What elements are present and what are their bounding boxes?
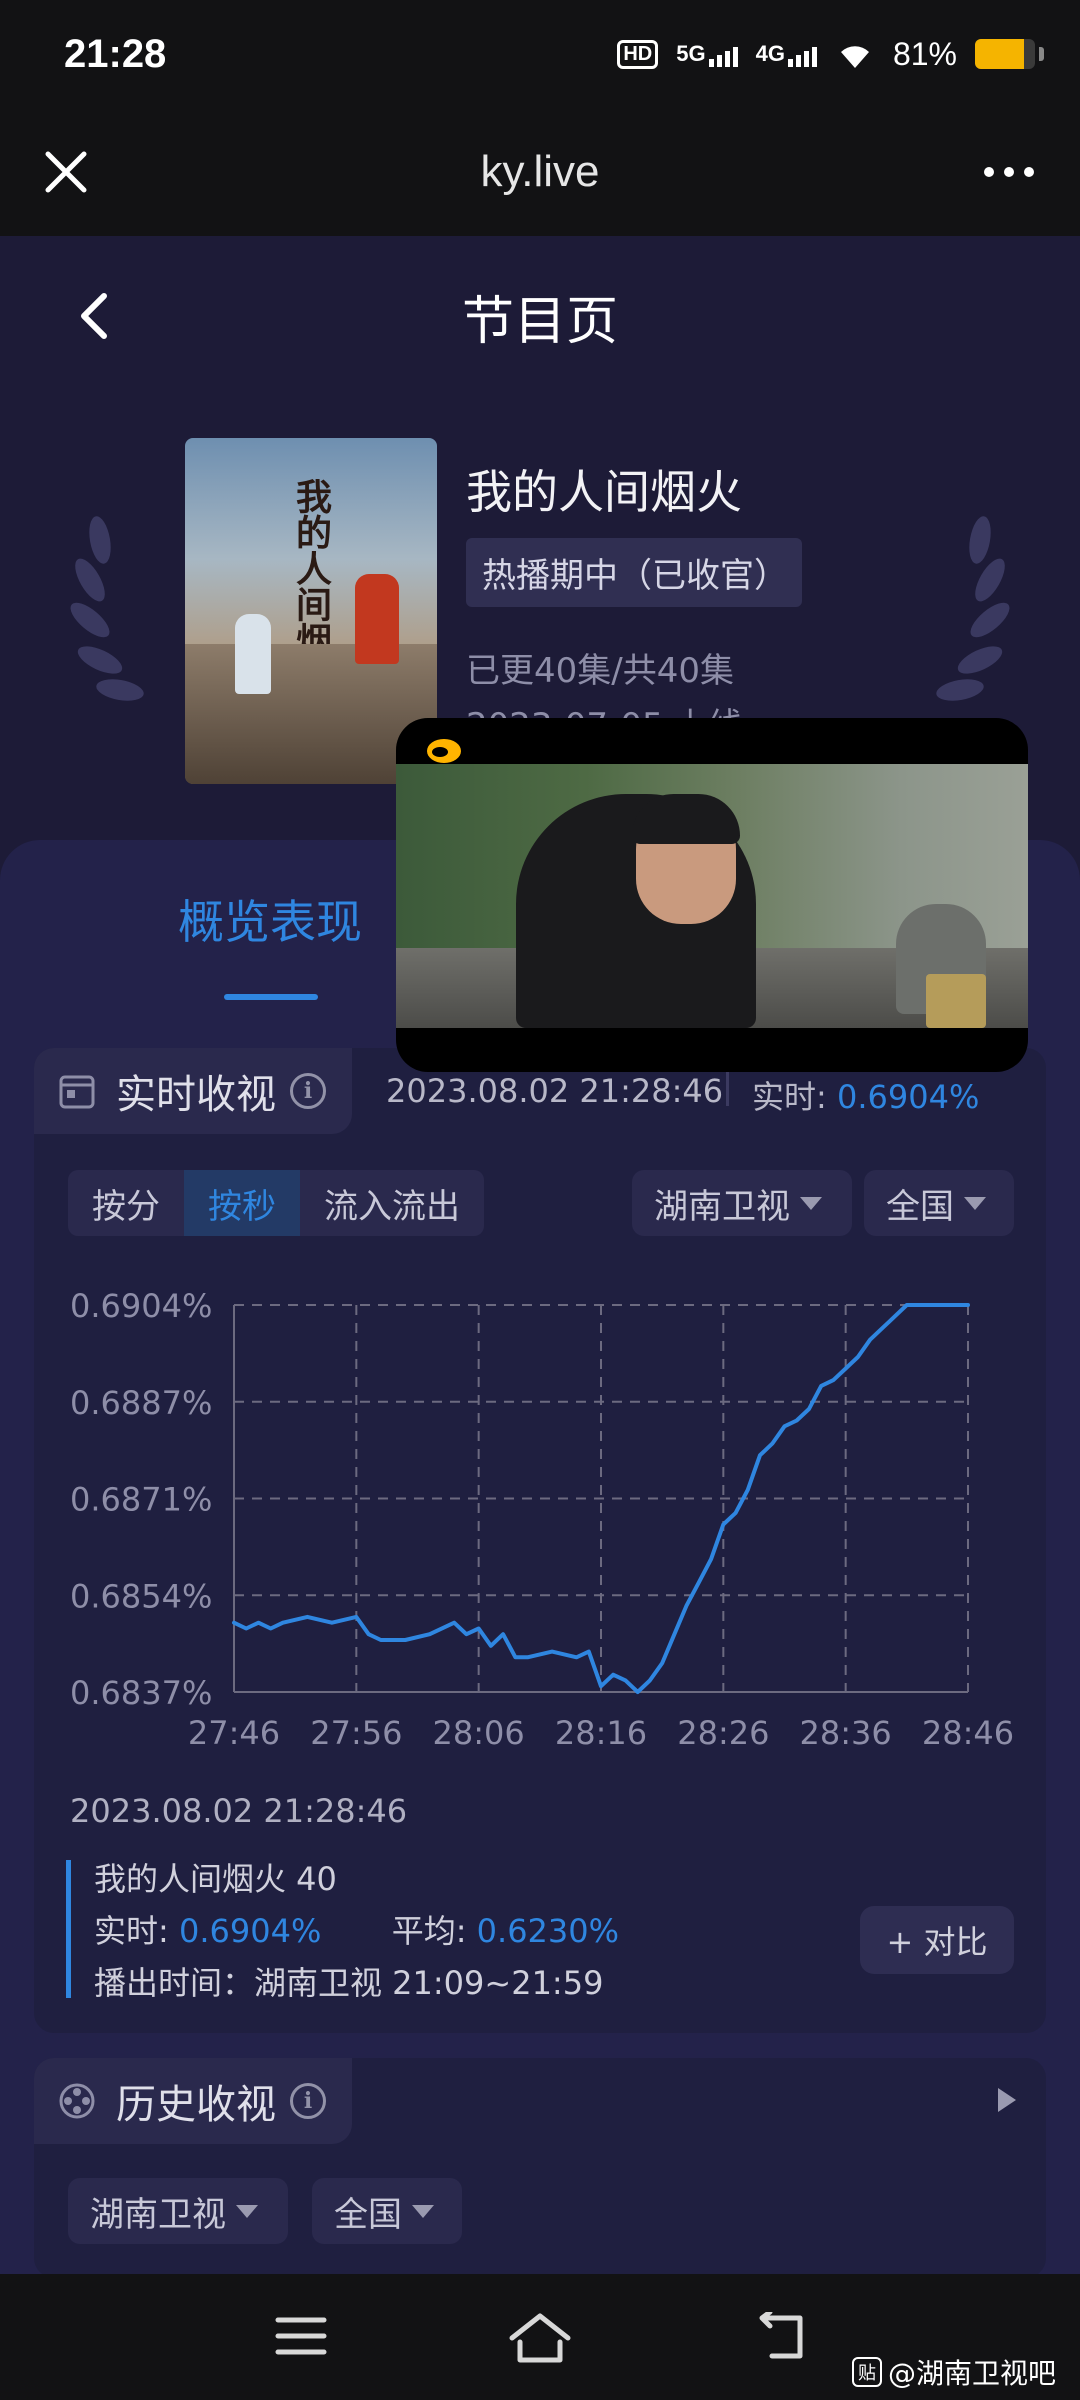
detail-air-time: 播出时间：湖南卫视 21:09~21:59 bbox=[94, 1964, 604, 2002]
compare-button[interactable]: + 对比 bbox=[860, 1906, 1014, 1974]
episode-count: 已更40集/共40集 bbox=[466, 651, 734, 691]
history-heading: 历史收视 i bbox=[34, 2058, 352, 2144]
y-tick-label: 0.6837% bbox=[70, 1674, 212, 1712]
video-hair bbox=[632, 794, 740, 844]
segment-by-second[interactable]: 按秒 bbox=[184, 1170, 300, 1236]
x-tick-label: 28:36 bbox=[800, 1714, 892, 1752]
laurel-left-icon bbox=[70, 516, 144, 701]
y-tick-label: 0.6871% bbox=[70, 1481, 212, 1519]
video-frame bbox=[396, 764, 1028, 1028]
status-icons: HD 5G 4G 81% bbox=[617, 36, 1044, 73]
detail-values: 实时: 0.6904% 平均: 0.6230% bbox=[94, 1912, 620, 1950]
channel-dropdown-label: 湖南卫视 bbox=[654, 1186, 790, 1227]
x-tick-label: 27:56 bbox=[310, 1714, 402, 1752]
history-channel-label: 湖南卫视 bbox=[90, 2194, 226, 2235]
history-region-dropdown[interactable]: 全国 bbox=[312, 2178, 462, 2244]
hd-icon: HD bbox=[617, 39, 659, 69]
info-icon[interactable]: i bbox=[290, 2083, 326, 2119]
y-tick-label: 0.6904% bbox=[70, 1287, 212, 1325]
y-tick-label: 0.6887% bbox=[70, 1384, 212, 1422]
battery-cap bbox=[1039, 47, 1044, 61]
page-header: 节目页 bbox=[0, 236, 1080, 396]
realtime-heading: 实时收视 i bbox=[34, 1048, 352, 1134]
more-menu-icon[interactable] bbox=[974, 142, 1044, 202]
history-channel-dropdown[interactable]: 湖南卫视 bbox=[68, 2178, 288, 2244]
page-title: 节目页 bbox=[461, 291, 618, 352]
browser-bar: ky.live bbox=[0, 108, 1080, 236]
detail-average-value: 0.6230% bbox=[476, 1912, 620, 1950]
divider bbox=[726, 1072, 729, 1106]
calendar-icon bbox=[59, 1075, 95, 1109]
series-marker bbox=[66, 1860, 71, 1998]
segment-by-minute[interactable]: 按分 bbox=[68, 1170, 184, 1236]
status-badge: 热播期中（已收官） bbox=[466, 538, 802, 607]
chevron-down-icon bbox=[964, 1196, 986, 1210]
poster-figure-left bbox=[235, 614, 271, 694]
back-arrow-icon[interactable] bbox=[70, 286, 120, 346]
play-icon[interactable] bbox=[998, 2088, 1016, 2112]
video-trophy bbox=[926, 974, 986, 1028]
battery-percent: 81% bbox=[892, 35, 957, 72]
wifi-icon bbox=[840, 46, 869, 68]
show-info: 我的人间烟火 热播期中（已收官） 已更40集/共40集 2023-07-05 上… bbox=[466, 456, 802, 747]
show-poster[interactable]: 我的人间烟火 bbox=[185, 438, 437, 784]
detail-realtime-value: 0.6904% bbox=[178, 1912, 322, 1950]
signal-4g-icon: 4G bbox=[756, 41, 817, 67]
history-heading-label: 历史收视 bbox=[116, 2082, 276, 2128]
realtime-readout: 实时: 0.6904% bbox=[752, 1078, 980, 1116]
poster-figure-right bbox=[355, 574, 399, 664]
status-time: 21:28 bbox=[64, 31, 167, 76]
realtime-value: 0.6904% bbox=[836, 1078, 980, 1116]
close-icon[interactable] bbox=[36, 142, 96, 202]
info-icon[interactable]: i bbox=[290, 1073, 326, 1109]
granularity-segmented: 按分 按秒 流入流出 bbox=[68, 1170, 484, 1236]
y-tick-label: 0.6854% bbox=[70, 1577, 212, 1615]
signal-5g-icon: 5G bbox=[676, 41, 738, 67]
channel-dropdown[interactable]: 湖南卫视 bbox=[632, 1170, 852, 1236]
region-dropdown[interactable]: 全国 bbox=[864, 1170, 1014, 1236]
x-tick-label: 28:46 bbox=[922, 1714, 1014, 1752]
detail-timestamp: 2023.08.02 21:28:46 bbox=[70, 1792, 408, 1830]
detail-episode-name: 我的人间烟火 40 bbox=[94, 1860, 337, 1898]
watermark: 贴 @湖南卫视吧 bbox=[852, 2352, 1056, 2392]
watermark-text: @湖南卫视吧 bbox=[888, 2357, 1057, 2390]
home-icon[interactable] bbox=[508, 2312, 572, 2364]
tab-underline bbox=[224, 994, 318, 1000]
chevron-down-icon bbox=[800, 1196, 822, 1210]
region-dropdown-label: 全国 bbox=[886, 1186, 954, 1227]
laurel-right-icon bbox=[936, 516, 1010, 701]
chevron-down-icon bbox=[412, 2204, 434, 2218]
history-card: 历史收视 i bbox=[34, 2058, 1046, 2278]
tab-overview[interactable]: 概览表现 bbox=[178, 886, 362, 952]
status-bar: 21:28 HD 5G 4G 81% bbox=[0, 0, 1080, 108]
segment-flow[interactable]: 流入流出 bbox=[300, 1170, 484, 1236]
x-tick-label: 28:26 bbox=[677, 1714, 769, 1752]
menu-icon[interactable] bbox=[274, 2312, 328, 2360]
floating-video-player[interactable] bbox=[396, 718, 1028, 1072]
tieba-badge-icon: 贴 bbox=[852, 2357, 882, 2387]
film-reel-icon bbox=[59, 2083, 95, 2119]
x-tick-label: 28:06 bbox=[433, 1714, 525, 1752]
chevron-down-icon bbox=[236, 2204, 258, 2218]
mango-tv-logo-icon bbox=[427, 739, 461, 763]
x-tick-label: 27:46 bbox=[188, 1714, 280, 1752]
realtime-rating-chart: 0.6904% 0.6887% 0.6871% 0.6854% 0.6837%27:46… bbox=[70, 1287, 1014, 1752]
show-title: 我的人间烟火 bbox=[466, 465, 742, 519]
history-region-label: 全国 bbox=[334, 2194, 402, 2235]
realtime-heading-label: 实时收视 bbox=[116, 1072, 276, 1118]
x-tick-label: 28:16 bbox=[555, 1714, 647, 1752]
back-icon[interactable] bbox=[752, 2312, 810, 2362]
browser-title: ky.live bbox=[480, 147, 600, 196]
battery-icon bbox=[975, 39, 1035, 69]
realtime-timestamp: 2023.08.02 21:28:46 bbox=[386, 1072, 724, 1110]
